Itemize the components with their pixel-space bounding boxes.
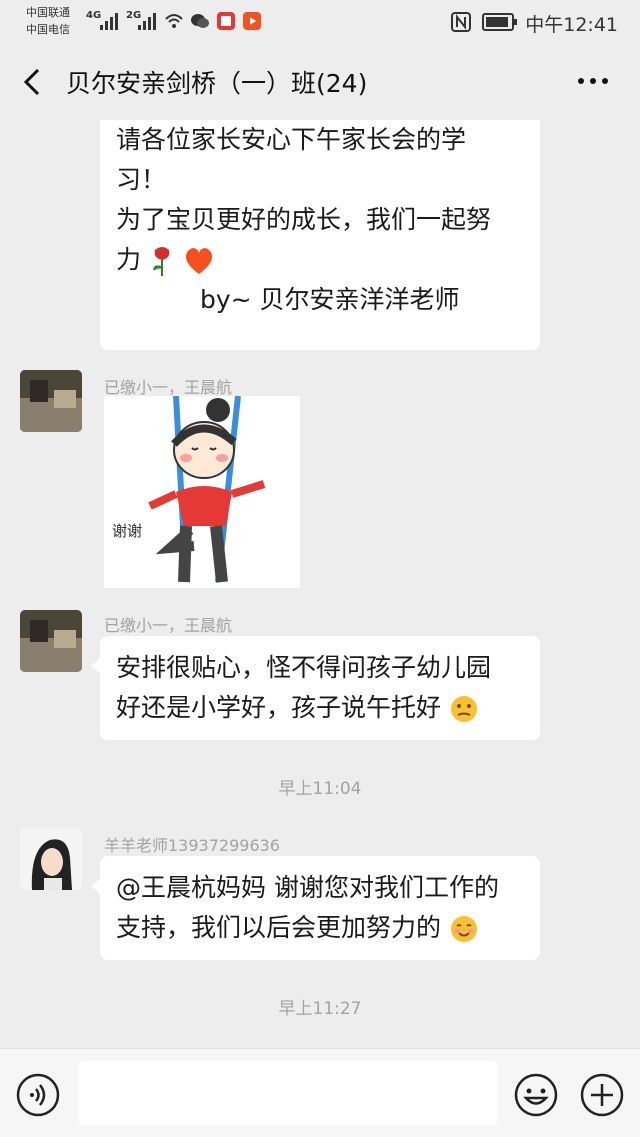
message-line: 安排很贴心，怪不得问孩子幼儿园 [116, 653, 492, 682]
message-line: 支持，我们以后会更加努力的 [116, 908, 524, 948]
message-bubble-4[interactable]: @王晨杭妈妈 谢谢您对我们工作的 支持，我们以后会更加努力的 [91, 856, 540, 960]
carrier-1: 中国联通 [26, 6, 70, 19]
chat-header: 贝尔安亲剑桥（一）班(24) [0, 44, 640, 120]
smile-face-icon [450, 916, 477, 942]
message-text: 力 [116, 245, 142, 274]
avatar[interactable] [20, 828, 82, 890]
message-bubble-1[interactable]: 请各位家长安心下午家长会的学 习！ 为了宝贝更好的成长，我们一起努 力 by~ … [100, 120, 540, 350]
message-line: 请各位家长安心下午家长会的学 [116, 125, 467, 154]
network-type-1: 4G [86, 10, 102, 21]
message-line: @王晨杭妈妈 谢谢您对我们工作的 [116, 873, 499, 902]
message-line: 力 [116, 240, 524, 280]
voice-icon[interactable] [16, 1073, 60, 1117]
chat-title: 贝尔安亲剑桥（一）班(24) [66, 69, 368, 98]
battery-icon [482, 13, 517, 31]
heart-icon [185, 248, 212, 274]
message-signature: by~ 贝尔安亲洋洋老师 [200, 285, 460, 314]
wifi-icon [165, 14, 183, 28]
message-input[interactable] [78, 1061, 498, 1125]
timestamp: 早上11:27 [278, 999, 362, 1019]
sender-name: 已缴小一，王晨航 [104, 378, 233, 397]
girl-sticker-icon [148, 395, 266, 583]
message-text: 支持，我们以后会更加努力的 [116, 913, 442, 942]
sender-name: 羊羊老师13937299636 [104, 836, 280, 855]
nfc-icon [451, 12, 471, 32]
book-app-icon [217, 12, 235, 30]
message-line: 为了宝贝更好的成长，我们一起努 [116, 205, 492, 234]
sticker-image[interactable]: 谢谢 [104, 395, 300, 588]
avatar[interactable] [20, 370, 82, 432]
carrier-labels: 中国联通 中国电信 [26, 4, 70, 38]
message-bubble-3[interactable]: 安排很贴心，怪不得问孩子幼儿园 好还是小学好，孩子说午托好 [91, 636, 540, 740]
plus-icon[interactable] [580, 1073, 624, 1117]
thinking-face-icon [450, 696, 477, 722]
chat-area[interactable]: 请各位家长安心下午家长会的学 习！ 为了宝贝更好的成长，我们一起努 力 by~ … [0, 120, 640, 1048]
signal-bars-2-icon [138, 12, 156, 30]
message-line: 好还是小学好，孩子说午托好 [116, 688, 524, 728]
video-app-icon [243, 12, 261, 30]
timestamp: 早上11:04 [278, 779, 362, 799]
sender-name: 已缴小一，王晨航 [104, 616, 233, 635]
message-text: 好还是小学好，孩子说午托好 [116, 693, 442, 722]
rose-icon [152, 247, 170, 276]
wechat-icon [191, 14, 209, 28]
input-bar [0, 1048, 640, 1137]
message-line: 习！ [116, 165, 167, 194]
sticker-caption: 谢谢 [112, 522, 143, 540]
back-icon[interactable] [18, 66, 48, 98]
status-bar: 中国联通 中国电信 4G 2G 中午12:41 [0, 0, 640, 44]
more-icon[interactable] [576, 66, 610, 96]
avatar[interactable] [20, 610, 82, 672]
status-time: 中午12:41 [525, 14, 618, 36]
carrier-2: 中国电信 [26, 23, 70, 36]
signal-bars-1-icon [100, 12, 118, 30]
emoji-icon[interactable] [514, 1073, 558, 1117]
